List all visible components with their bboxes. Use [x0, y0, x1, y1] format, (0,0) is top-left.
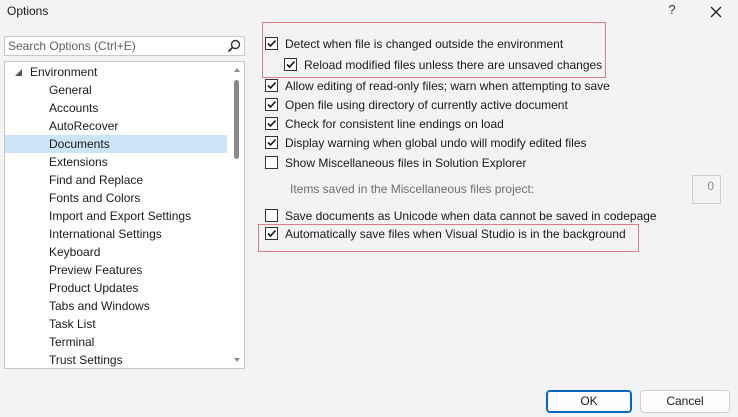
help-button[interactable]: ? — [664, 2, 680, 20]
close-icon — [710, 6, 722, 18]
option-label: Reload modified files unless there are u… — [304, 58, 603, 72]
search-input[interactable] — [8, 38, 218, 54]
tree-item-label: Keyboard — [49, 245, 101, 259]
tree-item-label: Accounts — [49, 101, 99, 115]
expanded-caret-icon[interactable] — [14, 68, 23, 77]
option-label: Allow editing of read-only files; warn w… — [285, 79, 610, 93]
misc-items-count-field[interactable]: 0 — [692, 175, 721, 204]
tree-item-label: Documents — [49, 137, 110, 151]
option-label: Check for consistent line endings on loa… — [285, 117, 504, 131]
cancel-button[interactable]: Cancel — [640, 390, 730, 413]
tree-item-label: Find and Replace — [49, 173, 144, 187]
checkbox[interactable] — [265, 117, 278, 130]
tree-item-extensions[interactable]: Extensions — [5, 153, 227, 171]
tree-item-preview-features[interactable]: Preview Features — [5, 261, 227, 279]
tree-item-find-and-replace[interactable]: Find and Replace — [5, 171, 227, 189]
tree-item-label: Fonts and Colors — [49, 191, 141, 205]
option-label: Detect when file is changed outside the … — [285, 37, 564, 51]
tree-item-fonts-and-colors[interactable]: Fonts and Colors — [5, 189, 227, 207]
tree-item-label: Terminal — [49, 335, 95, 349]
checkmark-icon — [267, 229, 277, 238]
misc-items-label: Items saved in the Miscellaneous files p… — [290, 182, 535, 196]
checkbox[interactable] — [265, 227, 278, 240]
tree-item-label: Import and Export Settings — [49, 209, 192, 223]
tree-item-label: International Settings — [49, 227, 162, 241]
tree-item-environment[interactable]: Environment — [5, 63, 227, 81]
checkbox[interactable] — [265, 79, 278, 92]
checkmark-icon — [286, 60, 296, 69]
tree-item-label: Extensions — [49, 155, 108, 169]
window-title: Options — [7, 4, 49, 18]
checkmark-icon — [267, 81, 277, 90]
tree-item-label: Environment — [30, 65, 98, 79]
tree-item-label: Trust Settings — [49, 353, 123, 367]
tree-item-autorecover[interactable]: AutoRecover — [5, 117, 227, 135]
option-label: Display warning when global undo will mo… — [285, 136, 587, 150]
checkbox[interactable] — [265, 37, 278, 50]
checkbox[interactable] — [265, 156, 278, 169]
option-label: Automatically save files when Visual Stu… — [285, 227, 626, 241]
tree-item-international[interactable]: International Settings — [5, 225, 227, 243]
tree-item-product-updates[interactable]: Product Updates — [5, 279, 227, 297]
tree-item-label: Tabs and Windows — [49, 299, 150, 313]
checkmark-icon — [267, 39, 277, 48]
tree-item-documents[interactable]: Documents — [5, 135, 227, 153]
options-tree: Environment General Accounts AutoRecover… — [4, 61, 245, 369]
tree-item-label: Product Updates — [49, 281, 139, 295]
checkmark-icon — [267, 100, 277, 109]
tree-item-keyboard[interactable]: Keyboard — [5, 243, 227, 261]
tree-scrollbar[interactable] — [232, 64, 242, 366]
checkbox[interactable] — [284, 58, 297, 71]
search-icon[interactable] — [226, 38, 242, 54]
scroll-up-arrow-icon[interactable] — [234, 68, 240, 72]
close-button[interactable] — [706, 2, 726, 22]
tree-item-tabs-and-windows[interactable]: Tabs and Windows — [5, 297, 227, 315]
scroll-thumb[interactable] — [234, 80, 239, 159]
tree-item-general[interactable]: General — [5, 81, 227, 99]
checkmark-icon — [267, 119, 277, 128]
ok-button[interactable]: OK — [546, 390, 632, 413]
checkbox[interactable] — [265, 98, 278, 111]
tree-item-label: Preview Features — [49, 263, 143, 277]
option-label: Show Miscellaneous files in Solution Exp… — [285, 156, 527, 170]
tree-item-import-export[interactable]: Import and Export Settings — [5, 207, 227, 225]
tree-item-label: General — [49, 83, 92, 97]
search-box[interactable] — [4, 36, 245, 56]
option-label: Save documents as Unicode when data cann… — [285, 209, 657, 223]
checkmark-icon — [267, 138, 277, 147]
tree-item-trust-settings[interactable]: Trust Settings — [5, 351, 227, 368]
tree-item-accounts[interactable]: Accounts — [5, 99, 227, 117]
tree-item-label: AutoRecover — [49, 119, 119, 133]
checkbox[interactable] — [265, 136, 278, 149]
tree-item-label: Task List — [49, 317, 96, 331]
option-label: Open file using directory of currently a… — [285, 98, 568, 112]
tree-item-terminal[interactable]: Terminal — [5, 333, 227, 351]
scroll-down-arrow-icon[interactable] — [234, 358, 240, 362]
checkbox[interactable] — [265, 209, 278, 222]
tree-item-task-list[interactable]: Task List — [5, 315, 227, 333]
